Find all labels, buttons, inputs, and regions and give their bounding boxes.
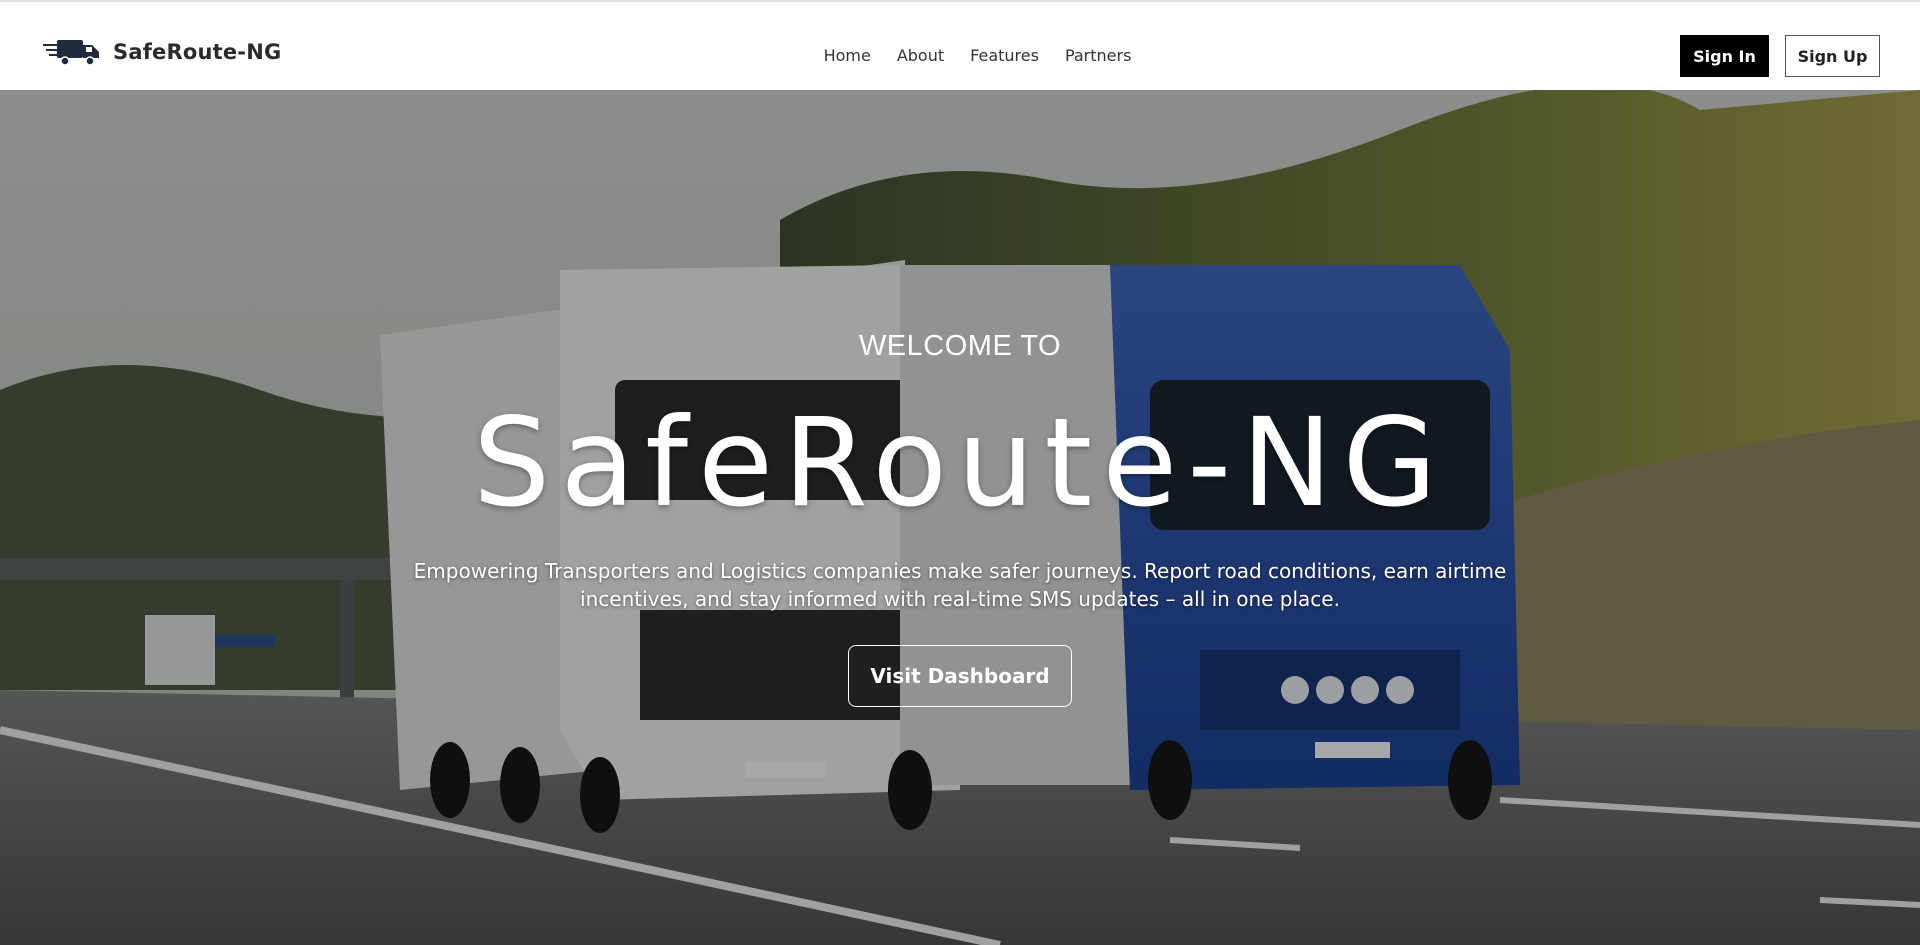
landing-page: SafeRoute-NG Home About Features Partner…	[0, 0, 1920, 945]
nav-link-home[interactable]: Home	[824, 46, 871, 65]
sign-in-button[interactable]: Sign In	[1680, 35, 1769, 77]
sign-up-button[interactable]: Sign Up	[1785, 35, 1880, 77]
nav-link-partners[interactable]: Partners	[1065, 46, 1131, 65]
hero-description: Empowering Transporters and Logistics co…	[413, 559, 1507, 611]
hero-content: WELCOME TO SafeRoute-NG Empowering Trans…	[0, 90, 1920, 945]
main-nav: Home About Features Partners	[0, 46, 1920, 65]
nav-link-features[interactable]: Features	[970, 46, 1039, 65]
hero-title: SafeRoute-NG	[472, 392, 1448, 534]
hero-section: WELCOME TO SafeRoute-NG Empowering Trans…	[0, 90, 1920, 945]
top-navbar: SafeRoute-NG Home About Features Partner…	[0, 0, 1920, 90]
visit-dashboard-button[interactable]: Visit Dashboard	[848, 645, 1072, 707]
nav-link-about[interactable]: About	[897, 46, 944, 65]
hero-eyebrow: WELCOME TO	[858, 330, 1062, 362]
